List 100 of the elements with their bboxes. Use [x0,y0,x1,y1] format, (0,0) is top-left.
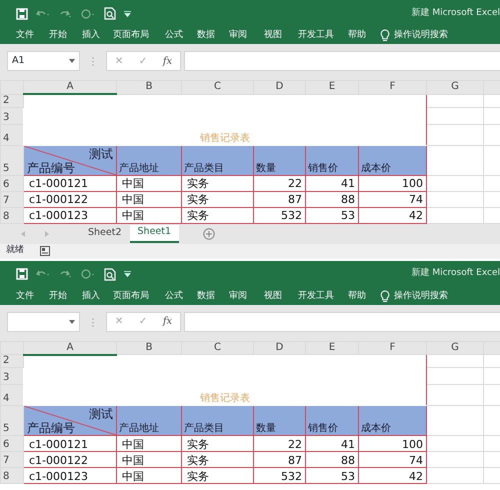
name-box[interactable]: A1 [7,51,80,71]
table-cell: 532 [254,207,306,223]
tell-me-search[interactable]: 操作说明搜索 [394,288,448,304]
column-header[interactable]: C [182,80,254,94]
ribbon-tab[interactable]: 审阅 [229,288,247,304]
ribbon-tab[interactable]: 开发工具 [298,288,334,304]
ribbon-tab[interactable]: 公式 [165,27,183,44]
ribbon-tab[interactable]: 文件 [16,27,34,44]
column-header[interactable]: E [306,80,358,94]
redo-icon[interactable] [58,8,72,18]
scroll-left-icon[interactable] [20,230,26,236]
table-cell: 中国 [116,436,182,452]
tell-me-search[interactable]: 操作说明搜索 [394,27,448,44]
column-header[interactable]: G [426,80,484,94]
customize-caret-icon[interactable] [124,271,132,277]
table-cell: 41 [306,436,358,452]
table-cell: 53 [306,207,358,223]
column-header[interactable]: B [116,341,182,354]
row-number[interactable]: 3 [0,368,24,384]
row-number[interactable]: 4 [0,384,24,406]
insert-function-button[interactable]: fx [162,54,172,68]
row-number[interactable]: 5 [0,145,24,175]
sheet-title: 销售记录表 [24,94,426,145]
column-header[interactable]: C [182,341,254,354]
ribbon-tab[interactable]: 视图 [264,27,282,44]
print-preview-icon[interactable] [104,268,116,280]
save-icon[interactable] [16,8,28,20]
insert-function-button[interactable]: fx [162,314,172,329]
table-cell: 88 [306,191,358,207]
table-cell: c1-000122 [24,452,116,468]
table-cell: 74 [358,452,426,468]
row-number[interactable]: 8 [0,207,24,223]
row-number[interactable]: 3 [0,107,24,124]
save-icon[interactable] [16,268,28,280]
sheet-tab[interactable]: Sheet1 [130,224,180,242]
undo-icon[interactable] [36,8,50,18]
add-sheet-icon[interactable] [203,228,216,240]
formula-input[interactable] [184,312,500,332]
lightbulb-icon[interactable] [380,290,390,302]
table-cell: 中国 [116,207,182,223]
column-heading: 数量 [254,145,306,175]
column-heading: 产品地址 [116,406,182,436]
dropdown-caret-icon[interactable] [69,320,75,324]
dropdown-caret-icon[interactable] [69,59,75,63]
column-header[interactable]: A [24,80,116,94]
sheet-tab[interactable]: Sheet2 [80,224,130,242]
customize-caret-icon[interactable] [124,10,132,16]
window-title: 新建 Microsoft Excel [411,6,500,20]
ribbon-tab[interactable]: 插入 [82,288,100,304]
column-header[interactable]: D [254,341,306,354]
column-header[interactable]: D [254,80,306,94]
row-number[interactable]: 2 [0,94,24,107]
column-heading: 成本价 [358,406,426,436]
table-cell: 53 [306,468,358,484]
lightbulb-icon[interactable] [380,29,390,42]
ribbon-tab[interactable]: 公式 [165,288,183,304]
column-header[interactable]: F [358,80,426,94]
column-header[interactable]: B [116,80,182,94]
column-heading: 产品类目 [182,145,254,175]
ribbon-tab[interactable]: 开始 [49,288,67,304]
row-number[interactable]: 4 [0,124,24,145]
ribbon-tab[interactable]: 数据 [197,288,215,304]
row-number[interactable]: 8 [0,468,24,484]
ribbon-tab[interactable]: 页面布局 [113,27,149,44]
row-number[interactable]: 6 [0,436,24,452]
column-header[interactable]: G [426,341,484,354]
header-text: 测试 [89,408,113,420]
print-preview-icon[interactable] [104,7,116,20]
column-header[interactable]: A [24,341,116,354]
ribbon-tab[interactable]: 页面布局 [113,288,149,304]
row-number[interactable]: 6 [0,175,24,191]
row-number[interactable]: 7 [0,191,24,207]
row-number[interactable]: 5 [0,406,24,436]
macro-record-icon[interactable] [40,246,50,256]
formula-input[interactable] [184,51,500,71]
column-header[interactable]: F [358,341,426,354]
table-cell: 实务 [182,468,254,484]
table-cell: 中国 [116,468,182,484]
ribbon-tab[interactable]: 视图 [264,288,282,304]
table-cell: 实务 [182,452,254,468]
ribbon-tab[interactable]: 插入 [82,27,100,44]
column-header[interactable]: E [306,341,358,354]
scroll-right-icon[interactable] [44,230,50,236]
table-cell: 88 [306,452,358,468]
row-number[interactable]: 7 [0,452,24,468]
ribbon-tab[interactable]: 帮助 [348,288,366,304]
header-text: 产品编号 [27,162,75,174]
row-number[interactable]: 2 [0,354,24,368]
ribbon-tab[interactable]: 开始 [49,27,67,44]
ribbon-tab[interactable]: 开发工具 [298,27,334,44]
ribbon-tab[interactable]: 帮助 [348,27,366,44]
header-text: 测试 [89,148,113,160]
ribbon-tab[interactable]: 审阅 [229,27,247,44]
table-cell: 实务 [182,191,254,207]
ribbon-tab[interactable]: 数据 [197,27,215,44]
table-cell: 41 [306,175,358,191]
redo-icon[interactable] [58,269,72,279]
window-title: 新建 Microsoft Excel [411,267,500,280]
ribbon-tab[interactable]: 文件 [16,288,34,304]
column-heading: 产品地址 [116,145,182,175]
